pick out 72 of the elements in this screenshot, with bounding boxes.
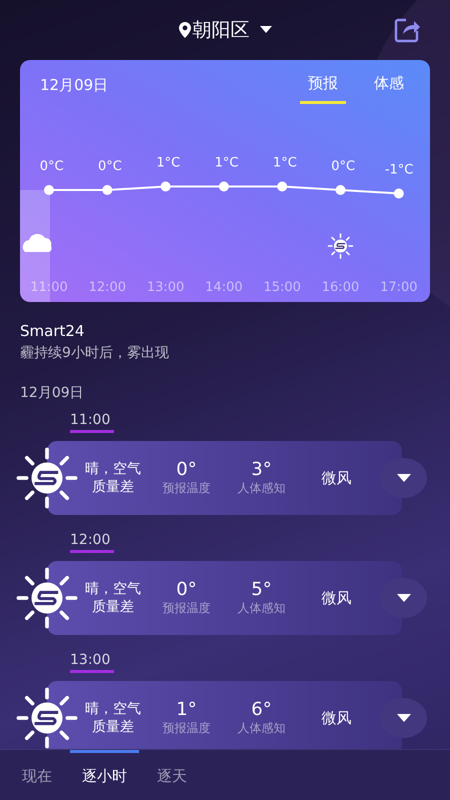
temperature-point (160, 182, 171, 192)
time-label: 17:00 (380, 280, 418, 295)
temperature-value: 1 (214, 156, 223, 170)
location-selector[interactable]: 朝阳区 (178, 17, 272, 43)
temperature-value: -1 (384, 162, 398, 178)
temperature-point (277, 182, 288, 192)
condition-text: 晴，空气质量差 (84, 460, 142, 496)
sun-icon (16, 448, 78, 508)
unit-label: °C (164, 156, 180, 170)
feel-temperature: 3° (250, 459, 273, 480)
caret-icon (396, 474, 410, 482)
wind-text: 微风 (320, 588, 352, 608)
condition-text: 晴，空气质量差 (84, 580, 142, 616)
forecast-temperature: 1° (175, 699, 198, 720)
forecast-temperature: 0° (175, 459, 198, 480)
caret-icon (260, 26, 272, 34)
expand-button[interactable] (380, 458, 427, 498)
feel-temperature-label: 人体感知 (236, 480, 286, 497)
forecast-temperature-label: 预报温度 (162, 600, 212, 617)
temperature-value: 1 (272, 156, 282, 170)
summary-text: 霾持续9小时后，雾出现 (20, 344, 170, 362)
forecast-tab[interactable]: 预报 (300, 66, 346, 104)
summary-title: Smart24 (20, 322, 86, 340)
expand-button[interactable] (380, 698, 427, 738)
temperature-point (394, 188, 404, 198)
temperature-point (102, 185, 112, 195)
time-label: 13:00 (146, 280, 184, 295)
time-label: 15:00 (263, 280, 301, 295)
feel-temperature-label: 人体感知 (236, 600, 286, 617)
unit-label: °C (106, 159, 122, 174)
time-label: 12:00 (88, 280, 126, 295)
nav-tab[interactable]: 逐小时 (70, 750, 139, 800)
nav-tab[interactable]: 逐天 (145, 750, 199, 800)
forecast-temperature: 0° (175, 579, 198, 600)
date-label: 12月09日 (40, 76, 108, 94)
pin-icon (178, 22, 190, 38)
unit-label: °C (48, 159, 64, 174)
time-label: 16:00 (322, 280, 360, 295)
caret-icon (396, 714, 410, 722)
temperature-point (44, 185, 54, 195)
forecast-tab[interactable]: 体感 (366, 66, 412, 104)
expand-button[interactable] (380, 578, 427, 618)
temperature-value: 1 (156, 156, 165, 170)
forecast-temperature-label: 预报温度 (162, 720, 212, 737)
hour-label: 13:00 (70, 652, 114, 673)
condition-text: 晴，空气质量差 (84, 700, 142, 736)
share-icon[interactable] (394, 17, 420, 43)
cloud-icon (22, 234, 52, 252)
feel-temperature-label: 人体感知 (236, 720, 286, 737)
date-label: 12月09日 (19, 384, 85, 402)
hour-label: 12:00 (70, 532, 114, 553)
forecast-temperature-label: 预报温度 (162, 480, 212, 497)
temperature-value: 0 (98, 159, 106, 174)
temperature-point (336, 185, 346, 195)
wind-text: 微风 (320, 468, 352, 488)
feel-temperature: 6° (250, 699, 273, 720)
unit-label: °C (398, 162, 414, 178)
sun-icon (16, 568, 78, 628)
unit-label: °C (281, 156, 297, 170)
time-label: 11:00 (30, 280, 68, 295)
sun-icon (328, 233, 354, 259)
time-label: 14:00 (205, 280, 243, 295)
unit-label: °C (340, 159, 356, 174)
wind-text: 微风 (320, 708, 352, 728)
feel-temperature: 5° (250, 579, 273, 600)
nav-tab[interactable]: 现在 (10, 750, 64, 800)
hour-label: 11:00 (70, 412, 114, 433)
unit-label: °C (222, 156, 238, 170)
temperature-value: 0 (40, 159, 48, 174)
caret-icon (396, 594, 410, 602)
temperature-point (218, 182, 229, 192)
temperature-value: 0 (331, 159, 340, 174)
